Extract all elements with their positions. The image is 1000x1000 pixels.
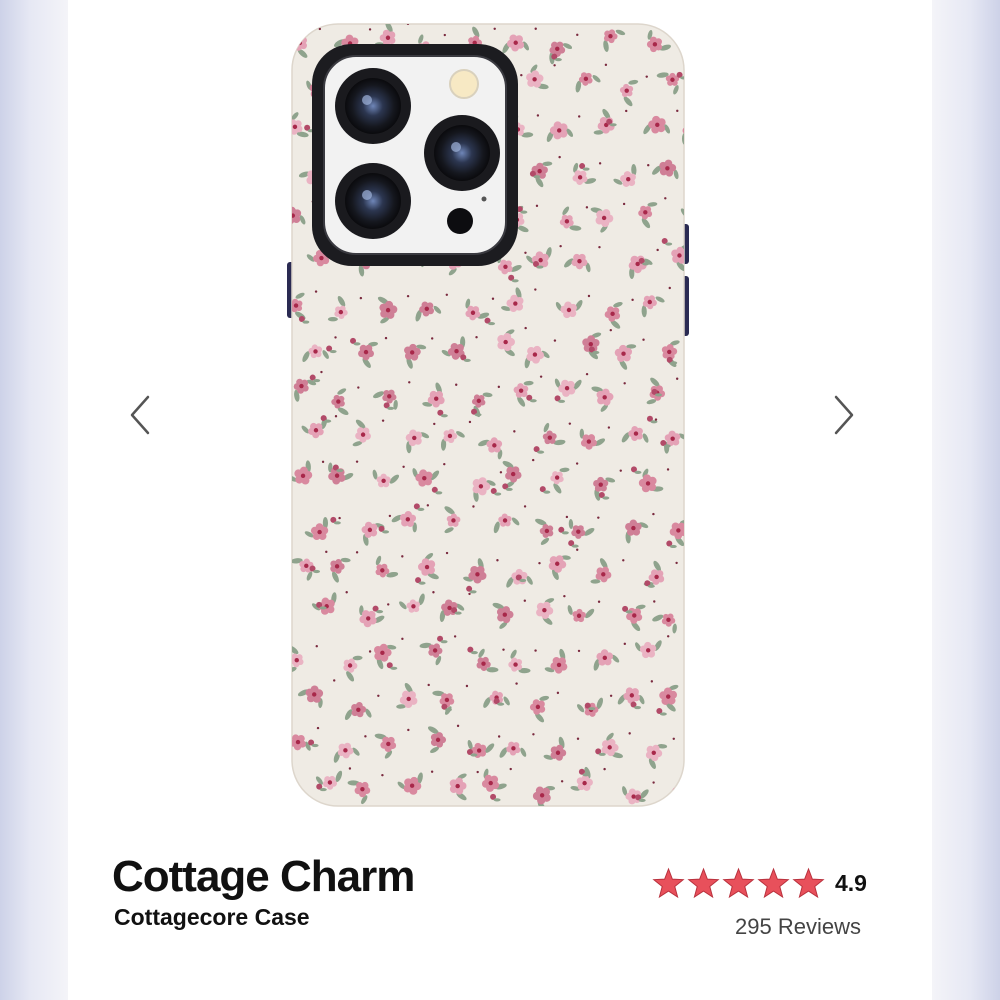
camera-module [312, 44, 518, 266]
camera-lidar [447, 208, 473, 234]
phone-case-image [287, 23, 689, 807]
chevron-right-icon [834, 395, 854, 435]
star-icon [792, 867, 825, 898]
product-image [280, 14, 700, 814]
star-icon [757, 867, 790, 898]
chevron-left-icon [130, 395, 150, 435]
rating-stars [652, 867, 825, 900]
camera-mic [481, 196, 487, 202]
star-icon [722, 867, 755, 898]
reviews-link[interactable]: 295 Reviews [735, 914, 875, 940]
star-icon [687, 867, 720, 898]
product-title: Cottage Charm [112, 852, 415, 901]
star-icon [652, 867, 685, 898]
rating-value: 4.9 [835, 869, 867, 896]
product-rating[interactable]: 4.9 [652, 866, 867, 900]
carousel-next-button[interactable] [824, 390, 864, 440]
product-subtitle: Cottagecore Case [114, 904, 310, 930]
carousel-prev-button[interactable] [120, 390, 160, 440]
camera-flash [449, 69, 479, 99]
